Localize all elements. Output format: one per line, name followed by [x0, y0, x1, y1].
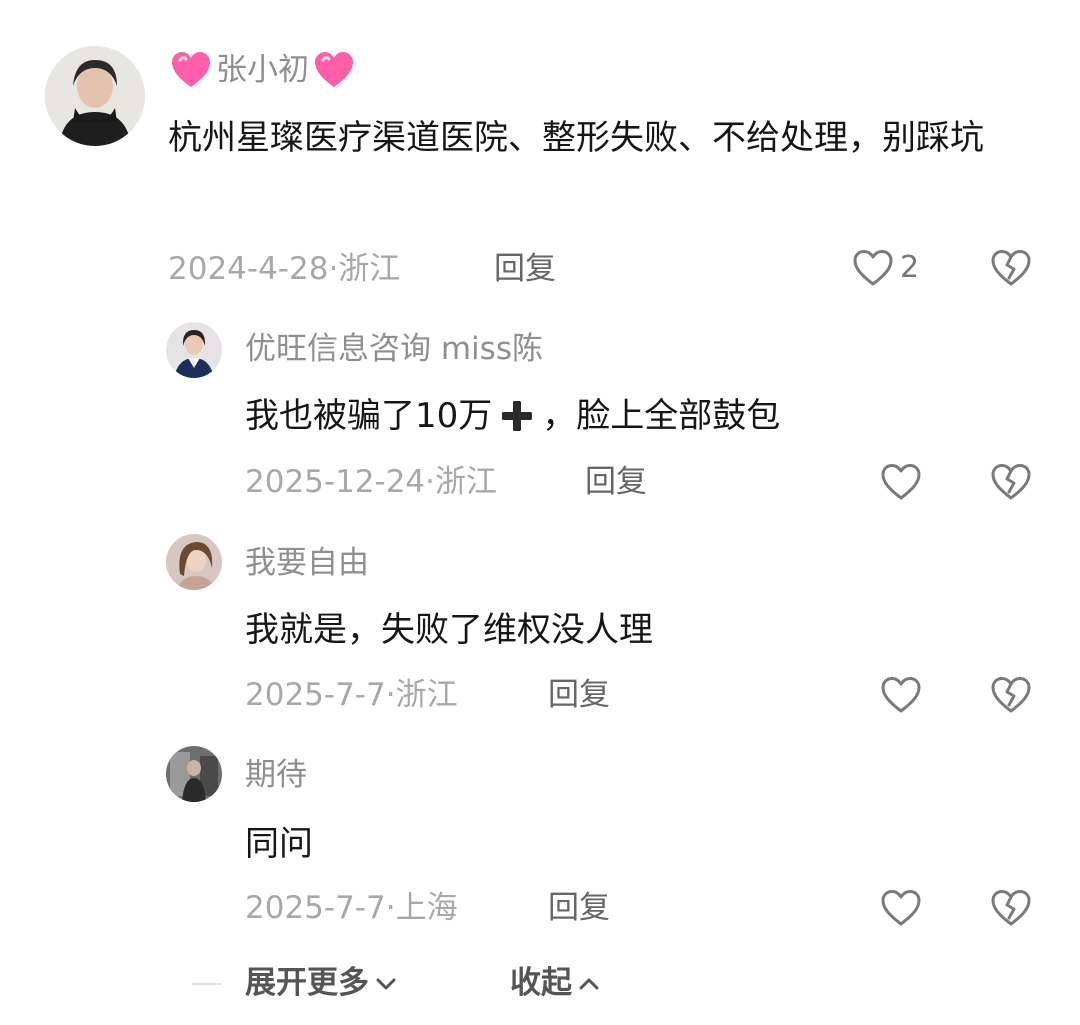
- heart-outline-icon: [852, 248, 894, 288]
- comment-meta: 2025-7-7·上海: [245, 893, 458, 924]
- reply-button[interactable]: 回复: [548, 893, 610, 924]
- comment-text: 杭州星璨医疗渠道医院、整形失败、不给处理，别踩坑: [168, 118, 984, 158]
- meta-separator: ·: [385, 677, 396, 713]
- reply-button[interactable]: 回复: [494, 254, 556, 285]
- comment-location: 浙江: [395, 677, 458, 713]
- comment-username[interactable]: 期待: [245, 760, 307, 791]
- meta-separator: ·: [425, 464, 436, 500]
- comment-location: 浙江: [435, 464, 498, 500]
- meta-separator: ·: [328, 251, 339, 287]
- broken-heart-icon[interactable]: [990, 675, 1032, 715]
- avatar[interactable]: [166, 746, 222, 802]
- comment-meta: 2024-4-28·浙江: [168, 254, 400, 285]
- chevron-down-icon: [375, 976, 397, 992]
- chevron-up-icon: [578, 976, 600, 992]
- comment-location: 浙江: [338, 251, 401, 287]
- user-avatar: [166, 534, 222, 590]
- broken-heart-icon[interactable]: [990, 248, 1032, 288]
- comment-meta: 2025-7-7·浙江: [245, 680, 458, 711]
- divider: [192, 983, 222, 985]
- expand-more-label: 展开更多: [245, 965, 369, 1001]
- reply-button[interactable]: 回复: [548, 680, 610, 711]
- collapse-label: 收起: [510, 965, 572, 1001]
- reply-button[interactable]: 回复: [585, 467, 647, 498]
- comment-text-part: 我也被骗了10万: [245, 396, 493, 436]
- user-avatar: [45, 46, 145, 146]
- like-count: 2: [900, 250, 920, 285]
- comment-text: 我也被骗了10万 ，脸上全部鼓包: [245, 386, 1025, 446]
- collapse-button[interactable]: 收起: [510, 968, 600, 999]
- comment-text: 我就是，失败了维权没人理: [245, 610, 653, 650]
- comment-username[interactable]: 我要自由: [245, 548, 369, 579]
- avatar[interactable]: [166, 322, 222, 378]
- comment-location: 上海: [395, 890, 458, 926]
- heart-outline-icon[interactable]: [880, 675, 922, 715]
- like-button[interactable]: 2: [852, 248, 919, 288]
- comment-date: 2024-4-28: [168, 251, 329, 287]
- comment-date: 2025-7-7: [245, 677, 386, 713]
- comment-text: 同问: [245, 824, 313, 864]
- meta-separator: ·: [385, 890, 396, 926]
- comment-date: 2025-12-24: [245, 464, 426, 500]
- heavy-plus-icon: [498, 397, 536, 435]
- expand-more-button[interactable]: 展开更多: [245, 968, 397, 999]
- user-avatar: [166, 322, 222, 378]
- comment-username[interactable]: 张小初: [216, 54, 309, 86]
- broken-heart-icon[interactable]: [990, 462, 1032, 502]
- avatar[interactable]: [166, 534, 222, 590]
- user-avatar: [166, 746, 222, 802]
- comment-date: 2025-7-7: [245, 890, 386, 926]
- broken-heart-icon[interactable]: [990, 888, 1032, 928]
- comment-meta: 2025-12-24·浙江: [245, 467, 497, 498]
- avatar[interactable]: [45, 46, 145, 146]
- comment-text-part: ，脸上全部鼓包: [542, 396, 781, 436]
- heart-outline-icon[interactable]: [880, 462, 922, 502]
- pink-heart-emoji-icon: [170, 50, 212, 90]
- pink-heart-emoji-icon: [313, 50, 355, 90]
- heart-outline-icon[interactable]: [880, 888, 922, 928]
- username-row: 张小初: [170, 50, 355, 90]
- comment-username[interactable]: 优旺信息咨询 miss陈: [245, 334, 543, 365]
